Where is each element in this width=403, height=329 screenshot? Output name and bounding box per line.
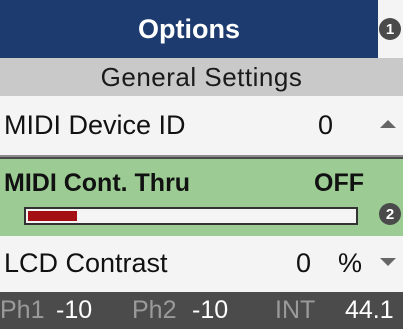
int-label: INT	[275, 296, 316, 324]
section-header: General Settings	[0, 58, 403, 96]
midi-cont-thru-label: MIDI Cont. Thru	[4, 169, 191, 197]
lcd-contrast-unit: %	[338, 248, 363, 278]
callout-badge-2: 2	[379, 203, 401, 225]
midi-device-id-label: MIDI Device ID	[4, 110, 186, 140]
midi-device-id-value: 0	[318, 110, 334, 140]
level-bar[interactable]	[24, 207, 358, 225]
ph2-label: Ph2	[132, 296, 177, 324]
midi-cont-thru-value: OFF	[314, 169, 364, 197]
ph1-label: Ph1	[0, 296, 45, 324]
page-title: Options	[0, 0, 378, 58]
lcd-contrast-value: 0	[296, 248, 312, 278]
scroll-down-icon[interactable]	[380, 258, 396, 266]
level-bar-fill	[28, 211, 77, 221]
ph2-value: -10	[192, 296, 229, 324]
lcd-contrast-label: LCD Contrast	[4, 248, 168, 278]
setting-row-lcd-contrast[interactable]: LCD Contrast 0 %	[0, 236, 403, 286]
scroll-up-icon[interactable]	[380, 120, 396, 128]
sample-rate-value: 44.1	[345, 296, 394, 324]
status-bar: Ph1 -10 Ph2 -10 INT 44.1	[0, 292, 403, 329]
options-screen: Options 1 General Settings MIDI Device I…	[0, 0, 403, 329]
setting-row-midi-cont-thru[interactable]: MIDI Cont. Thru OFF	[0, 157, 403, 238]
callout-badge-1: 1	[379, 18, 401, 40]
ph1-value: -10	[56, 296, 93, 324]
setting-row-midi-device-id[interactable]: MIDI Device ID 0	[0, 96, 403, 157]
